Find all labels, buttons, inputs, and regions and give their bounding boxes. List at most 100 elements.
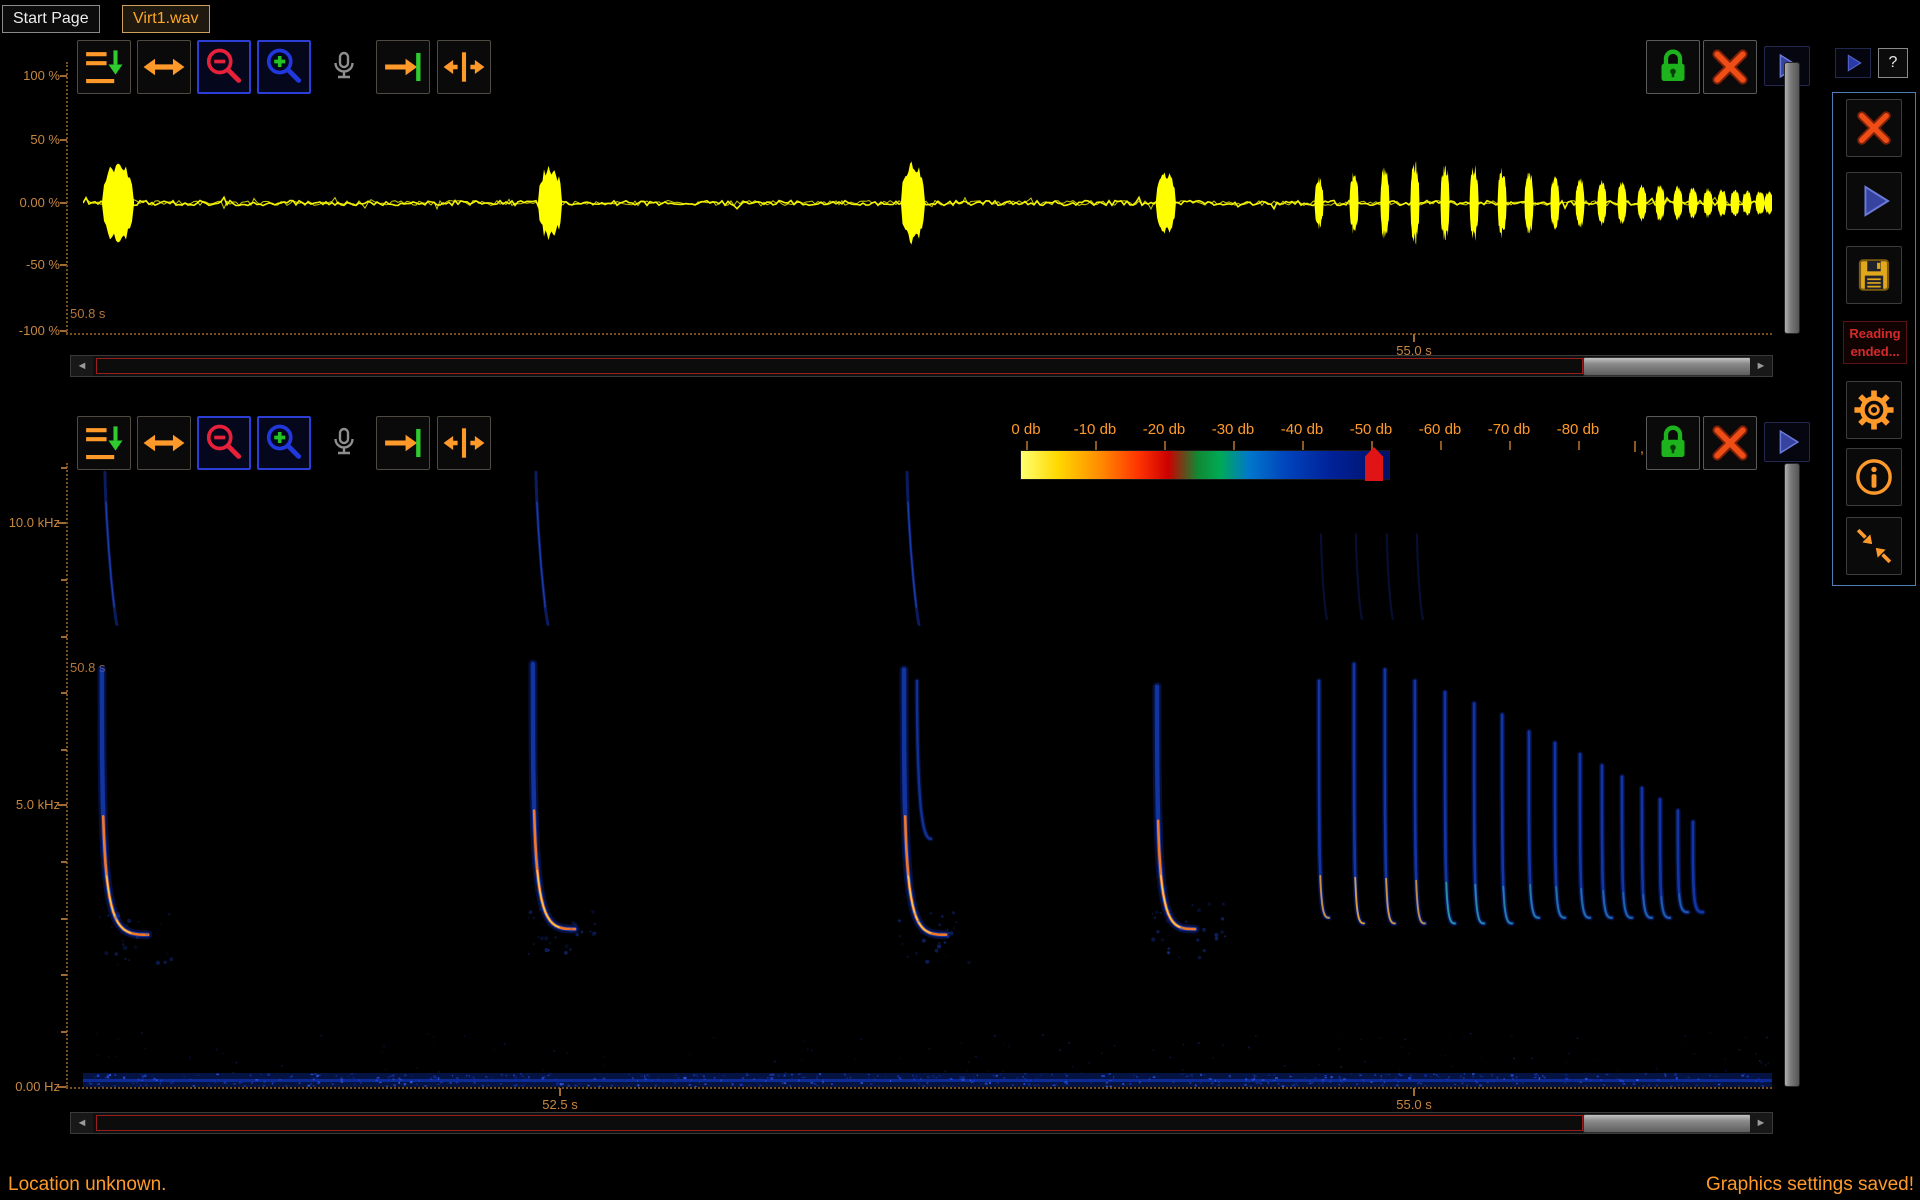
zoom-in-icon (262, 421, 306, 465)
db-tick (1440, 441, 1442, 450)
status-message: Reading ended... (1843, 321, 1907, 364)
close-file-button[interactable] (1846, 99, 1902, 157)
play-icon (1838, 51, 1868, 75)
spectrogram-plot[interactable] (83, 463, 1772, 1087)
db-label-0: 0 db (992, 421, 1060, 438)
wave-scrollbar-selection-region (96, 358, 1583, 374)
spec-scrollbar-selection-region (96, 1115, 1583, 1131)
play-icon (1852, 178, 1896, 224)
spec-ytick-minor (61, 749, 67, 751)
wave-time-axis-line (66, 333, 1772, 335)
tab-start-page[interactable]: Start Page (2, 5, 100, 33)
spec-horizontal-fit-button[interactable] (137, 416, 191, 470)
spec-ylabel-5k: 5.0 kHz (2, 797, 60, 812)
floppy-disk-icon (1852, 252, 1896, 298)
spec-amplitude-fit-button[interactable] (77, 416, 131, 470)
application-window: Start Page Virt1.wav (0, 0, 1920, 1200)
spec-lock-button[interactable] (1646, 416, 1700, 470)
db-tick (1164, 441, 1166, 450)
play-all-button[interactable] (1835, 48, 1871, 78)
settings-button[interactable] (1846, 381, 1902, 439)
zoom-out-icon (202, 421, 246, 465)
status-left: Location unknown. (8, 1174, 166, 1196)
spec-ytick-minor (61, 861, 67, 863)
spec-ytick-minor (61, 579, 67, 581)
save-file-button[interactable] (1846, 246, 1902, 304)
lines-with-down-arrow-icon (81, 420, 127, 466)
info-button[interactable] (1846, 448, 1902, 506)
play-file-button[interactable] (1846, 172, 1902, 230)
spec-time-tick (1413, 1088, 1415, 1096)
arrow-to-end-bar-icon (380, 420, 426, 466)
wave-ylabel-100: 100 % (2, 68, 60, 83)
db-tick (1509, 441, 1511, 450)
spec-ytick-minor (61, 1031, 67, 1033)
spec-close-view-button[interactable] (1703, 416, 1757, 470)
spec-ytick-minor (61, 467, 67, 469)
close-icon (1707, 420, 1753, 466)
db-label-40: -40 db (1268, 421, 1336, 438)
db-label-30: -30 db (1199, 421, 1267, 438)
db-color-scale-bar (1020, 450, 1390, 480)
spec-scroll-right-button[interactable]: ► (1750, 1113, 1772, 1133)
db-tick (1026, 441, 1028, 450)
spec-stretch-button[interactable] (437, 416, 491, 470)
wave-ylabel-neg100: -100 % (2, 323, 60, 338)
spec-time-tick (559, 1088, 561, 1096)
db-tick (1233, 441, 1235, 450)
spec-time-tick-label: 52.5 s (525, 1097, 595, 1112)
spectrogram-hscrollbar[interactable]: ◄ ► (70, 1112, 1773, 1134)
status-right: Graphics settings saved! (1400, 1174, 1914, 1196)
db-tick (1095, 441, 1097, 450)
db-label-50: -50 db (1337, 421, 1405, 438)
spec-zoom-in-button[interactable] (257, 416, 311, 470)
spec-ytick-minor (61, 692, 67, 694)
waveform-plot[interactable] (83, 62, 1772, 333)
spec-ylabel-0: 0.00 Hz (2, 1079, 60, 1094)
db-label-80: -80 db (1544, 421, 1612, 438)
play-icon (1767, 425, 1807, 459)
db-tick (1578, 441, 1580, 450)
db-stray-glyph: , (1640, 440, 1644, 456)
spec-record-button[interactable] (322, 416, 366, 470)
wave-scrollbar-thumb[interactable] (1583, 357, 1751, 376)
close-icon (1852, 105, 1896, 151)
wave-ylabel-50: 50 % (2, 132, 60, 147)
spec-ytick-minor (61, 974, 67, 976)
spec-ytick-minor (61, 636, 67, 638)
db-tick-extra (1634, 441, 1636, 452)
spec-ytick-minor (61, 918, 67, 920)
waveform-vertical-zoom-slider[interactable] (1784, 62, 1800, 334)
wave-time-tick (1413, 334, 1415, 342)
spec-scrollbar-thumb[interactable] (1583, 1114, 1751, 1133)
horizontal-double-arrow-icon (141, 420, 187, 466)
spec-play-button[interactable] (1764, 422, 1810, 462)
spec-time-axis-line (66, 1087, 1772, 1089)
db-label-20: -20 db (1130, 421, 1198, 438)
spec-go-to-end-button[interactable] (376, 416, 430, 470)
spec-scroll-left-button[interactable]: ◄ (71, 1113, 93, 1133)
info-icon (1852, 454, 1896, 500)
help-button[interactable]: ? (1878, 48, 1908, 78)
waveform-hscrollbar[interactable]: ◄ ► (70, 355, 1773, 377)
db-label-70: -70 db (1475, 421, 1543, 438)
spec-zoom-out-button[interactable] (197, 416, 251, 470)
spec-ylabel-10k: 10.0 kHz (2, 515, 60, 530)
spec-time-tick-label: 55.0 s (1379, 1097, 1449, 1112)
expand-from-center-icon (441, 420, 487, 466)
wave-ylabel-0: 0.00 % (2, 195, 60, 210)
tab-virt1-wav[interactable]: Virt1.wav (122, 5, 210, 33)
collapse-panels-button[interactable] (1846, 517, 1902, 575)
control-panel: Reading ended... (1832, 92, 1916, 586)
db-tick (1302, 441, 1304, 450)
wave-scroll-left-button[interactable]: ◄ (71, 356, 93, 376)
wave-ylabel-neg50: -50 % (2, 257, 60, 272)
db-label-60: -60 db (1406, 421, 1474, 438)
wave-y-axis-line (66, 62, 68, 334)
db-label-10: -10 db (1061, 421, 1129, 438)
spec-y-axis-line (66, 463, 68, 1087)
collapse-arrows-icon (1852, 523, 1896, 569)
spectrogram-vertical-zoom-slider[interactable] (1784, 463, 1800, 1087)
wave-scroll-right-button[interactable]: ► (1750, 356, 1772, 376)
lock-icon (1650, 420, 1696, 466)
